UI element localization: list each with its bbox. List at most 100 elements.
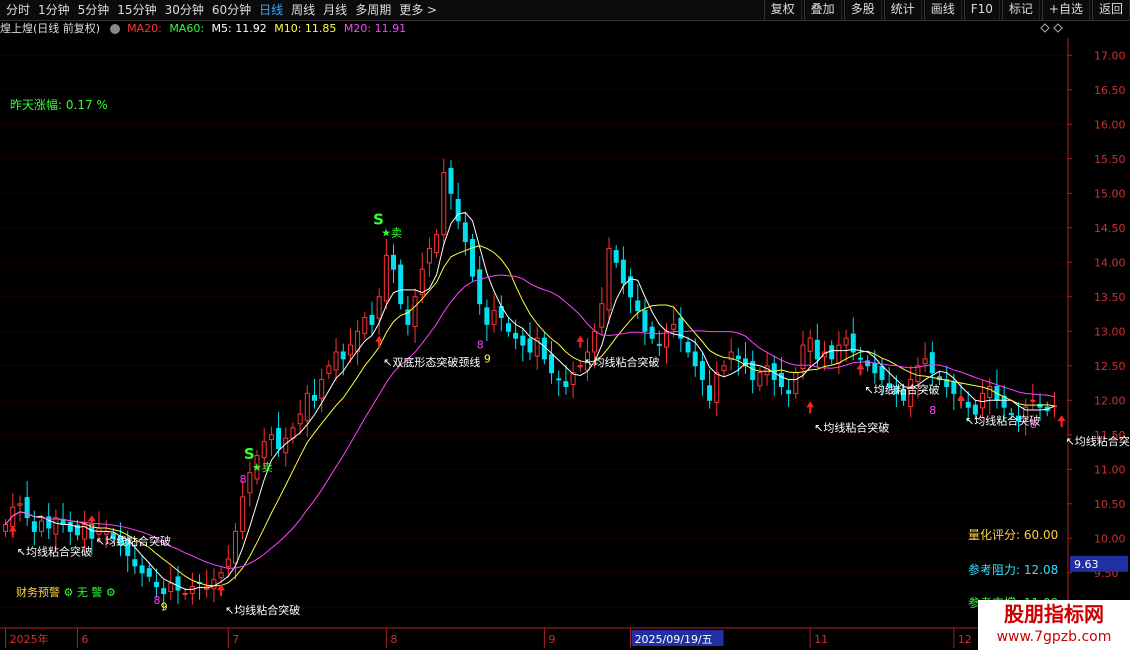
candle-body-48 bbox=[347, 344, 353, 356]
candle-body-93 bbox=[671, 323, 677, 330]
y-tick-label-10: 12.00 bbox=[1094, 394, 1126, 407]
quant-score: 量化评分: 60.00 bbox=[968, 528, 1059, 542]
candle-body-18 bbox=[132, 559, 138, 567]
count-mark-3: 8 bbox=[477, 339, 484, 352]
candle-body-77 bbox=[556, 378, 562, 381]
up-arrow-icon-3 bbox=[375, 335, 384, 348]
candle-body-128 bbox=[922, 358, 928, 365]
candle-body-106 bbox=[764, 365, 770, 376]
x-tick-label-0: 2025年 bbox=[10, 632, 49, 646]
y-tick-label-14: 10.00 bbox=[1094, 532, 1126, 545]
candle-body-97 bbox=[699, 361, 705, 381]
ma5-line bbox=[5, 212, 1055, 590]
y-tick-label-5: 14.50 bbox=[1094, 222, 1126, 235]
candle-body-112 bbox=[807, 337, 813, 352]
candle-body-108 bbox=[778, 372, 784, 387]
y-tick-label-7: 13.50 bbox=[1094, 291, 1126, 304]
candle-body-119 bbox=[857, 357, 863, 360]
candle-body-95 bbox=[685, 341, 691, 353]
candle-body-7 bbox=[53, 517, 59, 535]
candle-body-98 bbox=[707, 385, 713, 401]
watermark-url: www.7gpzb.com bbox=[996, 629, 1112, 645]
candle-body-84 bbox=[606, 247, 612, 311]
gear-icon: ⚙ bbox=[63, 586, 74, 599]
candle-body-80 bbox=[577, 365, 583, 368]
count-mark-5: 8 bbox=[929, 404, 936, 417]
count-mark-6: 8 bbox=[1030, 418, 1037, 431]
finance-warning-label: 财务预警 bbox=[16, 586, 60, 599]
candle-body-50 bbox=[362, 316, 368, 334]
price-tag-label: 9.63 bbox=[1074, 558, 1099, 571]
breakout-label-2: ↖均线粘合突破 bbox=[225, 603, 300, 617]
candle-body-64 bbox=[462, 222, 468, 243]
candle-body-59 bbox=[426, 247, 432, 264]
candle-body-135 bbox=[972, 404, 978, 415]
breakout-label-4: ↖均线粘合突破 bbox=[584, 355, 659, 369]
candle-body-121 bbox=[872, 363, 878, 374]
candle-body-51 bbox=[369, 314, 375, 325]
candle-body-22 bbox=[161, 588, 167, 594]
candle-body-99 bbox=[714, 372, 720, 403]
candle-body-96 bbox=[692, 351, 698, 367]
candle-body-54 bbox=[391, 254, 397, 270]
y-tick-label-6: 14.00 bbox=[1094, 256, 1126, 269]
candle-body-45 bbox=[326, 365, 332, 374]
candle-body-55 bbox=[398, 264, 404, 305]
candle-body-36 bbox=[261, 441, 267, 459]
yesterday-change: 昨天涨幅: 0.17 % bbox=[10, 96, 108, 113]
candle-body-90 bbox=[649, 326, 655, 339]
candle-body-30 bbox=[218, 572, 224, 579]
y-tick-label-0: 17.00 bbox=[1094, 49, 1126, 62]
candle-body-134 bbox=[965, 401, 971, 408]
candle-body-63 bbox=[455, 198, 461, 222]
breakout-label-1: ↖均线粘合突破 bbox=[96, 534, 171, 548]
candle-body-41 bbox=[297, 413, 303, 425]
candle-body-113 bbox=[814, 339, 820, 360]
up-arrow-icon-0 bbox=[8, 525, 17, 538]
x-tick-label-2: 7 bbox=[232, 633, 239, 646]
candle-body-47 bbox=[340, 351, 346, 360]
ma20-line bbox=[5, 274, 1055, 569]
yesterday-change-value: 0.17 % bbox=[65, 98, 108, 112]
candle-body-92 bbox=[663, 330, 669, 348]
candle-body-66 bbox=[477, 269, 483, 305]
y-tick-label-9: 12.50 bbox=[1094, 360, 1126, 373]
candle-body-70 bbox=[505, 323, 511, 332]
candle-body-9 bbox=[67, 521, 73, 532]
x-tick-label-3: 8 bbox=[390, 633, 397, 646]
up-arrow-icon-4 bbox=[576, 335, 585, 348]
up-arrow-icon-7 bbox=[957, 394, 966, 407]
count-mark-4: 9 bbox=[484, 352, 491, 365]
candle-body-25 bbox=[182, 592, 188, 595]
candle-body-61 bbox=[441, 172, 447, 236]
candle-body-85 bbox=[613, 250, 619, 263]
y-tick-label-8: 13.00 bbox=[1094, 325, 1126, 338]
candle-body-23 bbox=[168, 582, 174, 592]
kline-chart[interactable]: 17.00 16.50 16.00 15.50 15.00 14.50 14.00 13.50… bbox=[0, 0, 1130, 650]
candle-body-57 bbox=[412, 296, 418, 327]
candle-body-88 bbox=[635, 300, 641, 312]
candle-body-122 bbox=[879, 365, 885, 381]
up-arrow-icon-6 bbox=[856, 363, 865, 376]
breakout-label-5: ↖均线粘合突破 bbox=[814, 420, 889, 434]
breakout-label-6: ↖均线粘合突破 bbox=[864, 382, 939, 396]
candle-body-91 bbox=[656, 343, 662, 346]
candle-body-100 bbox=[721, 365, 727, 372]
candle-body-78 bbox=[563, 381, 569, 387]
up-arrow-icon-8 bbox=[1057, 415, 1066, 428]
reference-resistance: 参考阻力: 12.08 bbox=[968, 563, 1059, 577]
x-tick-label-4: 9 bbox=[548, 633, 555, 646]
finance-warning: 财务预警 ⚙ 无 警 ⚙ bbox=[16, 584, 116, 600]
candle-body-43 bbox=[311, 394, 317, 401]
breakout-label-0: ↖均线粘合突破 bbox=[17, 545, 92, 559]
count-mark-2: 8 bbox=[240, 473, 247, 486]
candle-body-0 bbox=[3, 523, 9, 532]
candle-body-2 bbox=[17, 503, 23, 506]
candle-body-3 bbox=[24, 497, 30, 519]
sell-mark-0: ★卖 bbox=[381, 226, 402, 239]
candle-body-86 bbox=[620, 259, 626, 284]
candle-body-127 bbox=[915, 365, 921, 383]
candle-body-67 bbox=[484, 307, 490, 325]
y-tick-label-3: 15.50 bbox=[1094, 153, 1126, 166]
candle-body-137 bbox=[987, 385, 993, 399]
